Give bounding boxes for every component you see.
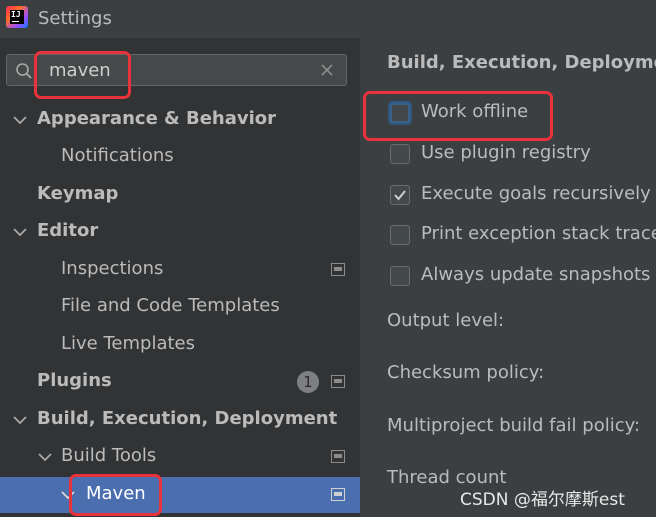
title-bar: IJ Settings <box>0 0 656 38</box>
print-exception-stack-traces-option[interactable]: Print exception stack traces <box>390 223 656 249</box>
intellij-logo-icon: IJ <box>6 6 28 28</box>
checkbox-label: Always update snapshots <box>421 264 651 285</box>
search-field[interactable] <box>6 54 347 86</box>
search-input[interactable] <box>49 58 289 82</box>
multiproject-build-fail-policy-label: Multiproject build fail policy: <box>387 415 641 436</box>
sidebar-item-editor[interactable]: Editor <box>0 214 360 250</box>
always-update-snapshots-option[interactable]: Always update snapshots <box>390 264 656 290</box>
checkbox-label: Execute goals recursively <box>421 183 651 204</box>
section-title: Build, Execution, Deployment <box>387 52 656 73</box>
work-offline-checkbox[interactable] <box>390 103 410 123</box>
sidebar-item-label: Live Templates <box>61 333 195 354</box>
execute-goals-recursively-checkbox[interactable] <box>390 185 410 205</box>
sidebar-item-label: File and Code Templates <box>61 295 280 316</box>
sidebar-item-build-tools[interactable]: Build Tools <box>0 439 360 475</box>
sidebar-item-label: Plugins <box>37 370 112 391</box>
watermark: CSDN @福尔摩斯est <box>460 490 625 510</box>
project-settings-icon <box>331 488 345 501</box>
sidebar-item-label: Appearance & Behavior <box>37 108 277 129</box>
checkbox-label: Work offline <box>421 101 529 122</box>
execute-goals-recursively-option[interactable]: Execute goals recursively <box>390 183 656 209</box>
sidebar-item-build-execution-deployment[interactable]: Build, Execution, Deployment <box>0 402 360 438</box>
sidebar-item-label: Build Tools <box>61 445 157 466</box>
sidebar-item-label: Keymap <box>37 183 119 204</box>
search-icon <box>16 63 32 79</box>
sidebar-item-label: Build, Execution, Deployment <box>37 408 338 429</box>
project-settings-icon <box>331 450 345 463</box>
output-level-label: Output level: <box>387 310 505 331</box>
sidebar-item-file-code-templates[interactable]: File and Code Templates <box>0 289 360 325</box>
checkmark-icon <box>394 190 406 201</box>
chevron-down-icon[interactable] <box>12 412 28 428</box>
plugins-update-badge: 1 <box>297 371 319 393</box>
project-settings-icon <box>331 375 345 388</box>
clear-search-icon[interactable] <box>319 62 335 78</box>
use-plugin-registry-option[interactable]: Use plugin registry <box>390 142 656 168</box>
settings-sidebar: Appearance & Behavior Notifications Keym… <box>0 38 360 517</box>
project-settings-icon <box>331 263 345 276</box>
always-update-snapshots-checkbox[interactable] <box>390 266 410 286</box>
window-title: Settings <box>38 8 112 29</box>
sidebar-item-appearance-behavior[interactable]: Appearance & Behavior <box>0 102 360 138</box>
chevron-down-icon[interactable] <box>12 112 28 128</box>
sidebar-item-maven[interactable]: Maven <box>0 477 360 513</box>
sidebar-item-inspections[interactable]: Inspections <box>0 252 360 288</box>
sidebar-item-keymap[interactable]: Keymap <box>0 177 360 213</box>
print-exception-stack-traces-checkbox[interactable] <box>390 225 410 245</box>
sidebar-item-label: Inspections <box>61 258 164 279</box>
chevron-down-icon[interactable] <box>37 449 53 465</box>
checkbox-label: Print exception stack traces <box>421 223 656 244</box>
sidebar-item-live-templates[interactable]: Live Templates <box>0 327 360 363</box>
checkbox-label: Use plugin registry <box>421 142 591 163</box>
chevron-down-icon[interactable] <box>12 224 28 240</box>
sidebar-item-plugins[interactable]: Plugins 1 <box>0 364 360 400</box>
sidebar-item-label: Notifications <box>61 145 174 166</box>
maven-settings-panel: Build, Execution, Deployment Work offlin… <box>360 38 656 517</box>
use-plugin-registry-checkbox[interactable] <box>390 144 410 164</box>
checksum-policy-label: Checksum policy: <box>387 362 545 383</box>
sidebar-item-label: Editor <box>37 220 99 241</box>
chevron-down-icon[interactable] <box>60 487 76 503</box>
sidebar-item-label: Maven <box>86 483 146 504</box>
sidebar-item-notifications[interactable]: Notifications <box>0 139 360 175</box>
work-offline-option[interactable]: Work offline <box>390 101 656 127</box>
